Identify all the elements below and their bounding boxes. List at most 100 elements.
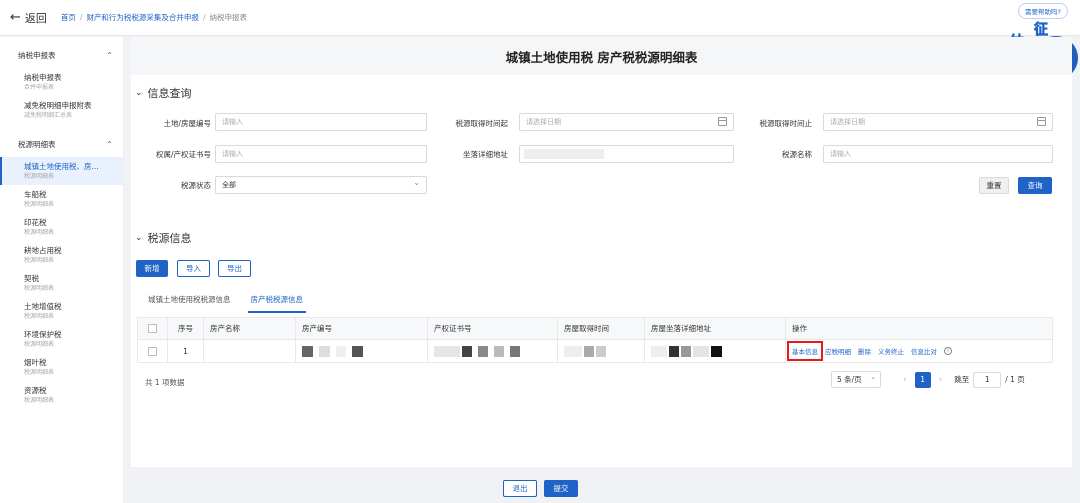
row-acquire-time <box>558 340 645 362</box>
info-compare-link[interactable]: 信息比对 <box>911 346 937 356</box>
sidebar-item-label: 纳税申报表 <box>24 73 62 82</box>
redacted-block <box>302 345 313 357</box>
sidebar-item-label: 环境保护税 <box>24 330 62 339</box>
sidebar-item-reduction-schedule[interactable]: 减免税明细申报附表 减免税明细汇总表 <box>0 96 123 124</box>
breadcrumb-current: 纳税申报表 <box>209 13 247 22</box>
chevron-down-icon: ⌄ <box>870 373 876 381</box>
cert-no-input[interactable]: 请输入 <box>215 145 427 163</box>
tab-property-tax[interactable]: 房产税税源信息 <box>247 290 306 313</box>
page-title: 城镇土地使用税 房产税税源明细表 <box>131 37 1072 75</box>
sources-heading: 税源信息 <box>147 232 192 245</box>
select-all-checkbox[interactable] <box>148 324 157 333</box>
redacted-block <box>336 345 346 357</box>
help-bubble[interactable]: 需要帮助吗? <box>1018 3 1068 19</box>
page-size-value: 5 条/页 <box>837 375 862 384</box>
column-header: 房屋坐落详细地址 <box>645 318 786 339</box>
sidebar-item-label: 耕地占用税 <box>24 246 62 255</box>
row-address <box>645 340 786 362</box>
cert-no-placeholder: 请输入 <box>222 150 243 158</box>
sidebar-group-declaration[interactable]: 纳税申报表 ⌃ <box>0 43 123 68</box>
current-page-button[interactable]: 1 <box>914 371 931 388</box>
redacted-block <box>510 345 520 357</box>
info-icon[interactable]: i <box>944 347 952 355</box>
acq-end-date-picker[interactable]: 请选择日期 <box>823 113 1053 131</box>
obligation-end-link[interactable]: 义务终止 <box>878 346 904 356</box>
sidebar-item-sub: 税源明细表 <box>24 201 55 208</box>
sidebar-item-land-property-tax[interactable]: 城镇土地使用税、房... 税源明细表 <box>0 157 123 185</box>
sidebar-item-land-vat[interactable]: 土地增值税 税源明细表 <box>0 297 123 325</box>
submit-button[interactable]: 提交 <box>544 480 578 497</box>
row-checkbox[interactable] <box>148 346 157 356</box>
column-header: 房屋取得时间 <box>558 318 645 339</box>
tab-land-use-tax[interactable]: 城镇土地使用税税源信息 <box>145 290 234 313</box>
import-button[interactable]: 导入 <box>177 260 210 277</box>
acq-end-label: 税源取得时间止 <box>759 119 813 128</box>
redacted-block <box>478 345 488 357</box>
export-button[interactable]: 导出 <box>218 260 251 277</box>
chevron-down-icon: ⌄ <box>135 233 143 243</box>
calendar-icon <box>1037 117 1046 126</box>
reset-button[interactable]: 重置 <box>979 177 1009 194</box>
back-label: 返回 <box>24 11 47 25</box>
sidebar-item-declaration-form[interactable]: 纳税申报表 合并申报表 <box>0 68 123 96</box>
sidebar-item-stamp-tax[interactable]: 印花税 税源明细表 <box>0 213 123 241</box>
sidebar-item-tobacco-tax[interactable]: 烟叶税 税源明细表 <box>0 353 123 381</box>
jump-input[interactable]: 1 <box>973 371 1002 388</box>
breadcrumb: 首页 / 财产和行为税税源采集及合并申报 / 纳税申报表 <box>61 12 247 23</box>
exit-button[interactable]: 退出 <box>503 480 537 497</box>
redacted-block <box>693 345 709 357</box>
column-header: 序号 <box>168 318 204 339</box>
search-button[interactable]: 查询 <box>1018 177 1052 194</box>
row-actions: 基本信息 应税明细 删除 义务终止 信息比对 i <box>786 340 1052 362</box>
sidebar-item-resource-tax[interactable]: 资源税 税源明细表 <box>0 381 123 409</box>
redacted-block <box>669 345 679 357</box>
land-no-input[interactable]: 请输入 <box>215 113 427 131</box>
source-name-input[interactable]: 请输入 <box>823 145 1053 163</box>
status-value: 全部 <box>222 181 236 189</box>
total-count: 共 1 项数据 <box>145 378 185 387</box>
acq-end-placeholder: 请选择日期 <box>830 118 865 126</box>
sidebar-item-label: 烟叶税 <box>24 358 47 367</box>
status-select[interactable]: 全部 ⌄ <box>215 176 427 194</box>
sidebar-item-label: 印花税 <box>24 218 47 227</box>
sidebar-item-sub: 减免税明细汇总表 <box>24 112 73 119</box>
add-button[interactable]: 新增 <box>136 260 168 277</box>
sidebar-item-vehicle-tax[interactable]: 车船税 税源明细表 <box>0 185 123 213</box>
sources-section-header[interactable]: ⌄ 税源信息 <box>135 230 192 246</box>
taxable-detail-link[interactable]: 应税明细 <box>825 346 851 356</box>
jump-label: 跳至 <box>954 375 970 384</box>
breadcrumb-property-tax[interactable]: 财产和行为税税源采集及合并申报 <box>86 12 199 23</box>
main-panel: 城镇土地使用税 房产税税源明细表 ⌄ 信息查询 土地/房屋编号 请输入 税源取得… <box>131 37 1072 467</box>
query-section-header[interactable]: ⌄ 信息查询 <box>135 85 192 101</box>
cert-no-label: 权属/产权证书号 <box>155 150 211 159</box>
basic-info-link[interactable]: 基本信息 <box>787 341 823 361</box>
redacted-address <box>524 149 604 159</box>
row-checkbox-cell <box>138 340 168 362</box>
redacted-block <box>319 345 330 357</box>
land-no-label: 土地/房屋编号 <box>163 119 211 128</box>
address-input[interactable] <box>519 145 734 163</box>
delete-link[interactable]: 删除 <box>858 346 871 356</box>
source-name-placeholder: 请输入 <box>830 150 851 158</box>
query-heading: 信息查询 <box>147 87 192 100</box>
sidebar-item-label: 城镇土地使用税、房... <box>24 162 99 171</box>
sidebar-item-deed-tax[interactable]: 契税 税源明细表 <box>0 269 123 297</box>
prev-page-icon[interactable]: ‹ <box>903 375 907 385</box>
sidebar-item-farmland-tax[interactable]: 耕地占用税 税源明细表 <box>0 241 123 269</box>
top-bar: ← 返回 首页 / 财产和行为税税源采集及合并申报 / 纳税申报表 需要帮助吗? <box>0 0 1080 36</box>
acq-start-date-picker[interactable]: 请选择日期 <box>519 113 734 131</box>
sidebar-item-environment-tax[interactable]: 环境保护税 税源明细表 <box>0 325 123 353</box>
next-page-icon[interactable]: › <box>939 375 943 385</box>
page-size-select[interactable]: 5 条/页 ⌄ <box>831 371 881 388</box>
land-no-placeholder: 请输入 <box>222 118 243 126</box>
breadcrumb-separator: / <box>202 13 206 22</box>
sidebar-group-source-detail[interactable]: 税源明细表 ⌃ <box>0 132 123 157</box>
redacted-block <box>564 345 582 357</box>
mascot-char: 征 <box>1034 21 1048 38</box>
breadcrumb-separator: / <box>79 13 83 22</box>
header-checkbox-cell <box>138 318 168 339</box>
back-button[interactable]: ← 返回 <box>10 10 47 26</box>
chevron-up-icon: ⌃ <box>106 140 113 149</box>
source-tabs: 城镇土地使用税税源信息 房产税税源信息 <box>145 290 320 313</box>
breadcrumb-home[interactable]: 首页 <box>61 12 76 23</box>
